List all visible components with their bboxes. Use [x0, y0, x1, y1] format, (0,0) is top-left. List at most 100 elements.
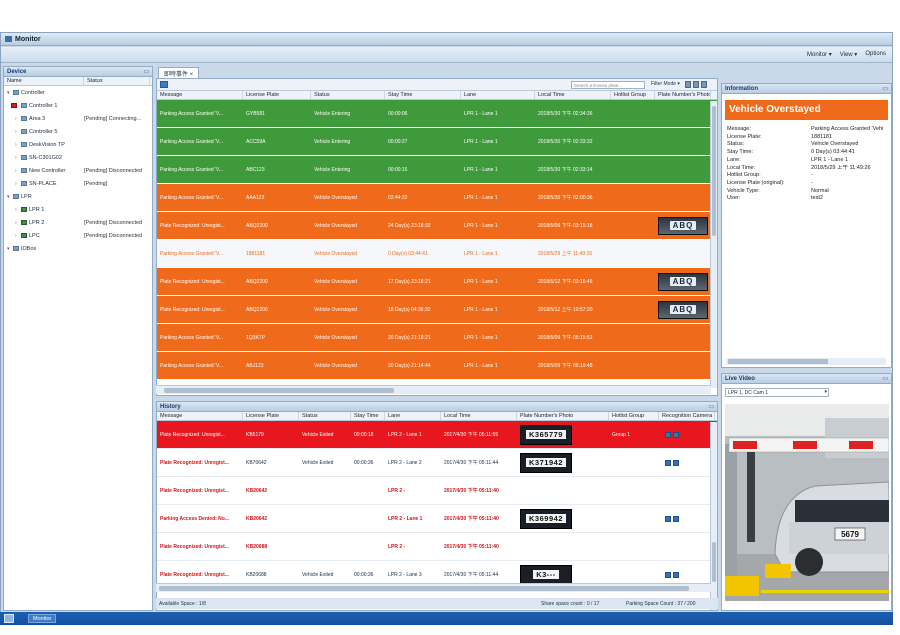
events-col-header[interactable]: Status — [311, 91, 385, 99]
device-tree-item[interactable]: › Controller 5 — [4, 125, 152, 138]
taskbar-monitor[interactable]: Monitor — [28, 614, 57, 623]
device-tree-item[interactable]: › LPR 1 — [4, 203, 152, 216]
camera-select[interactable]: LPR 1, DC Cam 1 ▾ — [725, 388, 829, 397]
history-col-header[interactable]: Hotlist Group — [609, 412, 659, 420]
history-vscroll[interactable] — [710, 422, 717, 610]
plate-photo[interactable]: K3--- — [520, 564, 572, 585]
export-icon[interactable] — [685, 81, 691, 88]
events-col-header[interactable]: Lane — [461, 91, 535, 99]
menu-options[interactable]: Options — [865, 51, 886, 58]
expand-icon[interactable]: ▾ — [7, 194, 12, 200]
events-col-header[interactable]: License Plate — [243, 91, 311, 99]
info-pin-icon[interactable]: ▭ — [882, 85, 888, 92]
expand-icon[interactable]: › — [15, 207, 20, 213]
device-tree-item[interactable]: ›Controller 1 — [4, 99, 152, 112]
event-row[interactable]: Plate Recognized: Unregist... ABQ2200 Vehi… — [157, 296, 717, 324]
history-row[interactable]: Plate Recognized: Unregist... KB20688 LPR … — [157, 533, 717, 561]
expand-icon[interactable]: › — [15, 142, 20, 148]
tab-realtime-events[interactable]: 即時事件 × — [158, 67, 200, 78]
expand-icon[interactable]: ▾ — [7, 90, 12, 96]
device-tree-item[interactable]: › Area 3 [Pending] Connecting... — [4, 112, 152, 125]
history-hscroll-thumb[interactable] — [159, 586, 689, 591]
camera-icon[interactable] — [665, 431, 671, 438]
history-col-header[interactable]: Message — [157, 412, 243, 420]
plate-photo[interactable]: K371942 — [520, 452, 572, 473]
history-col-header[interactable]: Lane — [385, 412, 441, 420]
events-vscroll-thumb[interactable] — [712, 106, 716, 236]
expand-icon[interactable]: › — [15, 116, 20, 122]
events-col-header[interactable]: Message — [157, 91, 243, 99]
device-tree-item[interactable]: › SN-PLACE [Pending] — [4, 177, 152, 190]
device-tree-item[interactable]: › New Controller [Pending] Disconnected — [4, 164, 152, 177]
plate-photo[interactable]: ABQ — [658, 272, 708, 291]
video-pin-icon[interactable]: ▭ — [882, 375, 888, 382]
event-row[interactable]: Plate Recognized: Unregist... ABQ2200 Vehi… — [157, 268, 717, 296]
events-col-header[interactable]: Plate Number's Photo — [655, 91, 711, 99]
event-row[interactable]: Parking Access Granted 'V... ACC59A Vehicl… — [157, 128, 717, 156]
history-row[interactable]: Plate Recognized: Unregist... KB5179 Vehic… — [157, 421, 717, 449]
expand-icon[interactable]: › — [15, 181, 20, 187]
pin-icon[interactable]: ▭ — [143, 68, 149, 75]
expand-icon[interactable]: › — [15, 168, 20, 174]
expand-icon[interactable]: › — [15, 155, 20, 161]
history-row[interactable]: Plate Recognized: Unregist... KB20642 LPR … — [157, 477, 717, 505]
menu-monitor[interactable]: Monitor ▾ — [807, 51, 832, 58]
history-hscroll[interactable] — [156, 583, 711, 592]
events-col-header[interactable]: Local Time — [535, 91, 611, 99]
history-col-header[interactable]: Stay Time — [351, 412, 385, 420]
events-col-header[interactable]: Stay Time — [385, 91, 461, 99]
expand-icon[interactable]: › — [15, 233, 20, 239]
device-tree-item[interactable]: ▾ IOBox — [4, 242, 152, 255]
col-status[interactable]: Status — [84, 77, 150, 85]
image-icon[interactable] — [673, 459, 679, 466]
device-tree-item[interactable]: ▾ LPR — [4, 190, 152, 203]
event-row[interactable]: Parking Access Granted 'V... AAA123 Vehicl… — [157, 184, 717, 212]
expand-icon[interactable]: › — [15, 129, 20, 135]
event-row[interactable]: Parking Access Granted 'V... ABC123 Vehicl… — [157, 156, 717, 184]
camera-icon[interactable] — [665, 515, 671, 522]
history-col-header[interactable]: License Plate — [243, 412, 299, 420]
history-col-header[interactable]: Status — [299, 412, 351, 420]
camera-icon[interactable] — [665, 571, 671, 578]
history-pin-icon[interactable]: ▭ — [708, 403, 714, 410]
plate-photo[interactable]: K365779 — [520, 424, 572, 445]
history-row[interactable]: Parking Access Denied: No... KB20642 LPR 2… — [157, 505, 717, 533]
history-vscroll-thumb[interactable] — [712, 542, 716, 582]
plate-photo[interactable]: ABQ — [658, 216, 708, 235]
menu-view[interactable]: View ▾ — [840, 51, 858, 58]
image-icon[interactable] — [673, 515, 679, 522]
events-col-header[interactable]: Hotlist Group — [611, 91, 655, 99]
event-row[interactable]: Parking Access Granted 'V... GYB581 Vehicl… — [157, 100, 717, 128]
device-tree-item[interactable]: › DeskVision TP — [4, 138, 152, 151]
event-row[interactable]: Parking Access Granted 'V... ABJ123 Vehicl… — [157, 352, 717, 380]
device-tree-item[interactable]: ▾ Controller — [4, 86, 152, 99]
history-row[interactable]: Plate Recognized: Unregist... KB70642 Vehi… — [157, 449, 717, 477]
event-row[interactable]: Parking Access Granted 'V... 1881181 Vehic… — [157, 240, 717, 268]
events-hscroll[interactable] — [156, 385, 711, 394]
camera-icon[interactable] — [665, 459, 671, 466]
plate-photo[interactable]: ABQ — [658, 300, 708, 319]
plate-photo[interactable]: K369942 — [520, 508, 572, 529]
clear-icon[interactable] — [701, 81, 707, 88]
filter-mode-dropdown[interactable]: Filter Mode ▾ — [651, 81, 680, 87]
expand-icon[interactable]: ▾ — [7, 246, 12, 252]
history-col-header[interactable]: Plate Number's Photo — [517, 412, 609, 420]
image-icon[interactable] — [673, 431, 679, 438]
device-tree-item[interactable]: › SN-C301G02 — [4, 151, 152, 164]
info-hscroll-thumb[interactable] — [728, 359, 828, 364]
history-col-header[interactable]: Recognition Camera — [659, 412, 715, 420]
event-row[interactable]: Parking Access Granted 'V... 1Q3K7P Vehicl… — [157, 324, 717, 352]
col-name[interactable]: Name — [4, 77, 84, 85]
add-icon[interactable] — [160, 81, 168, 88]
info-hscroll[interactable] — [726, 358, 886, 365]
print-icon[interactable] — [693, 81, 699, 88]
image-icon[interactable] — [673, 571, 679, 578]
expand-icon[interactable]: › — [15, 220, 20, 226]
history-col-header[interactable]: Local Time — [441, 412, 517, 420]
events-vscroll[interactable] — [710, 101, 717, 388]
device-tree-item[interactable]: › LPR 2 [Pending] Disconnected — [4, 216, 152, 229]
event-row[interactable]: Plate Recognized: Unregist... ABQ2200 Vehi… — [157, 212, 717, 240]
device-tree-item[interactable]: › LPC [Pending] Disconnected — [4, 229, 152, 242]
search-input[interactable]: Search a license plate... — [571, 81, 645, 89]
start-button[interactable] — [4, 614, 14, 623]
